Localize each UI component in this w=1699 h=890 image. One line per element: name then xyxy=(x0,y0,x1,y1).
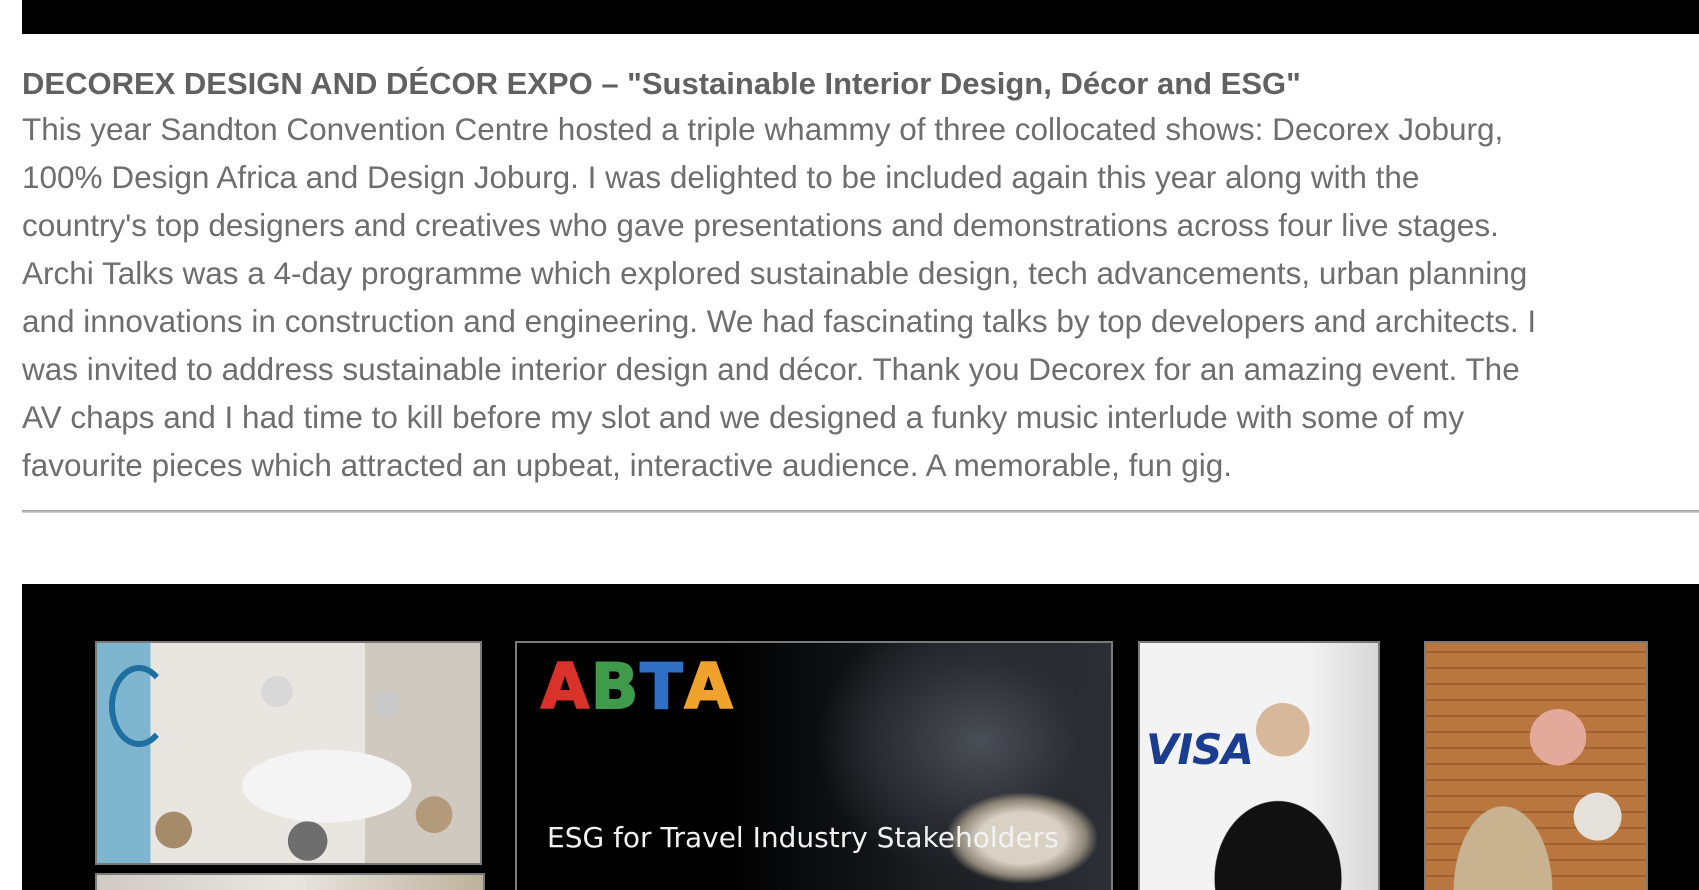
body-line: 100% Design Africa and Design Joburg. I … xyxy=(22,159,1420,195)
abta-letter: A xyxy=(540,650,591,724)
body-line: and innovations in construction and engi… xyxy=(22,303,1537,339)
abta-slide-photo[interactable]: ABTA ESG for Travel Industry Stakeholder… xyxy=(515,641,1113,890)
body-line: This year Sandton Convention Centre host… xyxy=(22,111,1504,147)
article-body: This year Sandton Convention Centre host… xyxy=(22,105,1692,489)
section-divider xyxy=(22,510,1699,513)
visa-logo: VISA xyxy=(1146,725,1254,774)
body-line: favourite pieces which attracted an upbe… xyxy=(22,447,1232,483)
body-line: country's top designers and creatives wh… xyxy=(22,207,1499,243)
article-title: DECOREX DESIGN AND DÉCOR EXPO – "Sustain… xyxy=(22,66,1301,101)
workshop-photo-lower[interactable] xyxy=(95,873,485,890)
abta-logo: ABTA xyxy=(540,650,735,724)
workshop-photo[interactable] xyxy=(95,641,482,865)
body-line: Archi Talks was a 4-day programme which … xyxy=(22,255,1528,291)
abta-caption: ESG for Travel Industry Stakeholders xyxy=(547,821,1059,854)
top-black-band xyxy=(22,0,1699,34)
page: DECOREX DESIGN AND DÉCOR EXPO – "Sustain… xyxy=(0,0,1699,890)
abta-letter: A xyxy=(684,650,735,724)
article-section: DECOREX DESIGN AND DÉCOR EXPO – "Sustain… xyxy=(22,62,1692,489)
body-line: AV chaps and I had time to kill before m… xyxy=(22,399,1465,435)
photo-gallery: ABTA ESG for Travel Industry Stakeholder… xyxy=(22,584,1699,890)
speaker-photo[interactable]: VISA xyxy=(1138,641,1380,890)
body-line: was invited to address sustainable inter… xyxy=(22,351,1520,387)
banner-swirl-graphic xyxy=(109,665,169,747)
abta-letter: B xyxy=(590,650,641,724)
abta-letter: T xyxy=(639,650,685,724)
couple-photo[interactable] xyxy=(1424,641,1648,890)
